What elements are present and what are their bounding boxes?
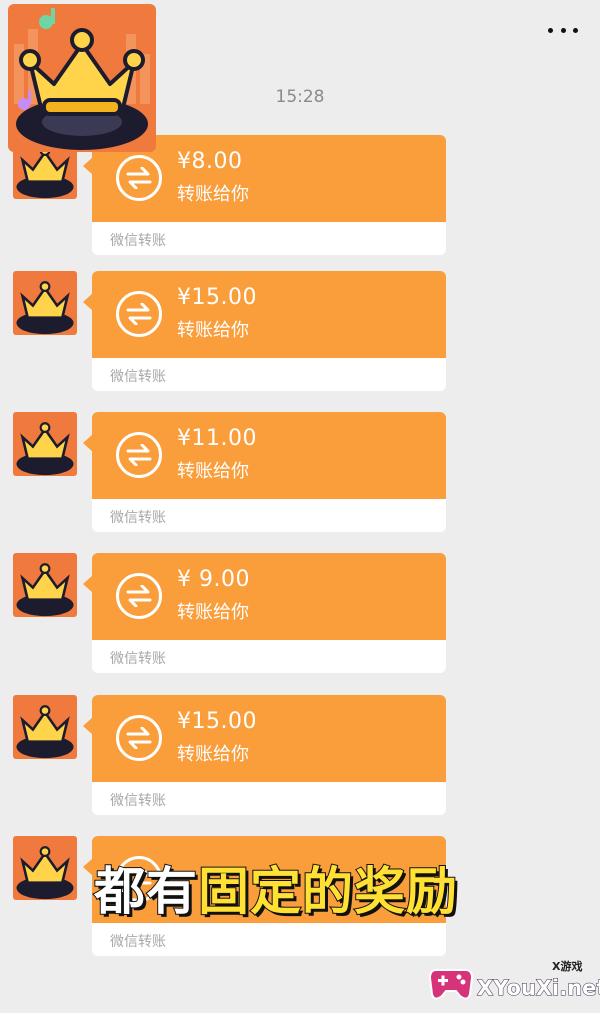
transfer-card[interactable]: ¥ 9.00 转账给你 微信转账 xyxy=(83,553,446,673)
transfer-card[interactable]: ¥8.00 转账给你 微信转账 xyxy=(83,135,446,255)
more-dot xyxy=(573,27,578,33)
transfer-card-footer: 微信转账 xyxy=(92,222,446,255)
message-row: ¥15.00 转账给你 微信转账 xyxy=(0,271,600,393)
wechat-transfer-label: 微信转账 xyxy=(110,510,166,526)
avatar[interactable] xyxy=(13,836,77,900)
overlay-caption: 都有固定的奖励 xyxy=(93,850,459,924)
transfer-card-body: ¥11.00 转账给你 xyxy=(92,412,446,499)
transfer-card-body: ¥ 9.00 转账给你 xyxy=(92,553,446,640)
transfer-card-footer: 微信转账 xyxy=(92,640,446,673)
wechat-transfer-label: 微信转账 xyxy=(110,369,166,385)
app-logo xyxy=(8,4,156,152)
message-row: ¥15.00 转账给你 微信转账 xyxy=(0,695,600,817)
transfer-description: 转账给你 xyxy=(177,320,249,341)
wechat-transfer-label: 微信转账 xyxy=(110,793,166,809)
transfer-card-footer: 微信转账 xyxy=(92,499,446,532)
avatar[interactable] xyxy=(13,271,77,335)
watermark-brand-text: XYouXi.net xyxy=(476,976,600,1001)
transfer-card-footer: 微信转账 xyxy=(92,923,446,956)
transfer-card[interactable]: ¥15.00 转账给你 微信转账 xyxy=(83,271,446,391)
transfer-card-body: ¥15.00 转账给你 xyxy=(92,271,446,358)
more-dot xyxy=(560,27,566,33)
transfer-amount: ¥11.00 xyxy=(177,426,257,451)
transfer-icon xyxy=(116,291,162,337)
transfer-description: 转账给你 xyxy=(177,744,249,765)
transfer-icon xyxy=(116,155,162,201)
transfer-icon xyxy=(116,573,162,619)
transfer-description: 转账给你 xyxy=(177,461,249,482)
transfer-amount: ¥15.00 xyxy=(177,285,257,310)
caption-yellow-text: 固定的奖励 xyxy=(197,862,459,923)
transfer-amount: ¥8.00 xyxy=(177,149,243,174)
transfer-card-footer: 微信转账 xyxy=(92,358,446,391)
more-dot xyxy=(548,27,553,33)
transfer-card[interactable]: ¥15.00 转账给你 微信转账 xyxy=(83,695,446,815)
avatar[interactable] xyxy=(13,412,77,476)
wechat-transfer-label: 微信转账 xyxy=(110,233,166,249)
transfer-icon xyxy=(116,432,162,478)
transfer-description: 转账给你 xyxy=(177,602,249,623)
transfer-card-body: ¥15.00 转账给你 xyxy=(92,695,446,782)
transfer-amount: ¥15.00 xyxy=(177,709,257,734)
site-watermark: X游戏 XYouXi.net xyxy=(428,958,600,1006)
transfer-icon xyxy=(116,715,162,761)
transfer-card[interactable]: ¥11.00 转账给你 微信转账 xyxy=(83,412,446,532)
wechat-transfer-label: 微信转账 xyxy=(110,934,166,950)
transfer-amount: ¥ 9.00 xyxy=(177,567,250,592)
avatar[interactable] xyxy=(13,695,77,759)
transfer-card-footer: 微信转账 xyxy=(92,782,446,815)
avatar[interactable] xyxy=(13,553,77,617)
message-row: ¥ 9.00 转账给你 微信转账 xyxy=(0,553,600,675)
message-row: ¥8.00 转账给你 微信转账 xyxy=(0,135,600,257)
gamepad-logo-icon xyxy=(428,969,474,1000)
wechat-transfer-label: 微信转账 xyxy=(110,651,166,667)
message-row: ¥11.00 转账给你 微信转账 xyxy=(0,412,600,534)
more-options-button[interactable] xyxy=(548,22,578,38)
transfer-description: 转账给你 xyxy=(177,184,249,205)
caption-white-text: 都有 xyxy=(93,862,199,923)
watermark-small-text: X游戏 xyxy=(552,960,583,973)
